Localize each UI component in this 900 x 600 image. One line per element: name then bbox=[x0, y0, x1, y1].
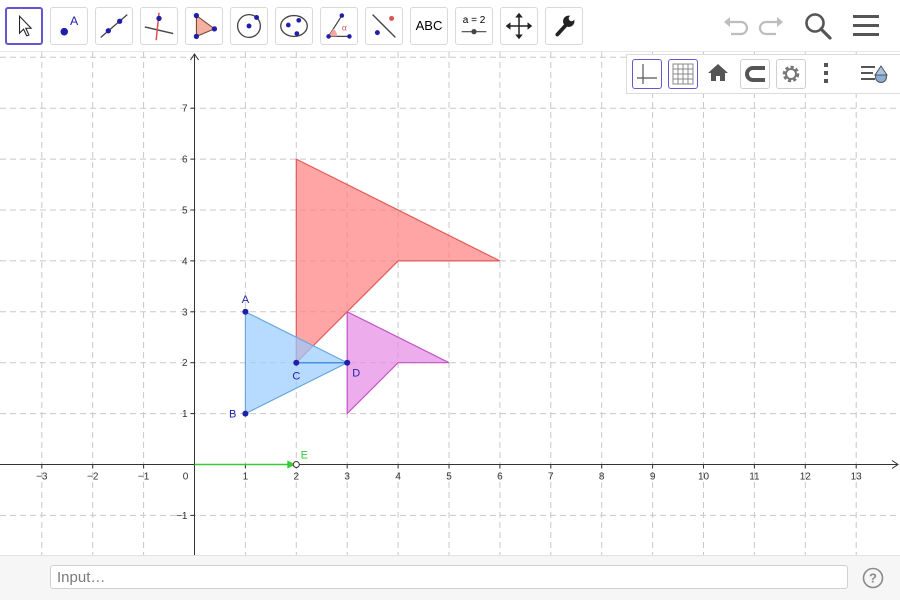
coordinate-plane[interactable]: −3 −2 −1 0 1 2 3 4 5 6 7 8 9 10 11 12 13−11234567 ABC DE bbox=[0, 52, 900, 555]
gear-icon bbox=[782, 65, 800, 83]
point-label-b: B bbox=[229, 409, 236, 421]
perpendicular-line-tool-button[interactable] bbox=[140, 7, 178, 45]
cursor-arrow-icon bbox=[18, 14, 33, 37]
vertical-dots-icon bbox=[824, 63, 828, 83]
point-icon: A bbox=[60, 14, 79, 36]
x-tick-label: 13 bbox=[851, 472, 863, 483]
svg-text:?: ? bbox=[869, 571, 877, 586]
menu-icon[interactable] bbox=[850, 10, 882, 42]
x-tick-label: 4 bbox=[395, 472, 401, 483]
x-tick-label: 3 bbox=[344, 472, 350, 483]
show-grid-button[interactable] bbox=[668, 59, 698, 89]
move-tool-button[interactable] bbox=[5, 7, 43, 45]
y-tick-label: −1 bbox=[176, 511, 188, 522]
circle-center-point-icon bbox=[236, 13, 262, 39]
point-c bbox=[293, 359, 300, 366]
reflect-about-line-icon bbox=[372, 14, 396, 38]
tools-settings-button[interactable] bbox=[545, 7, 583, 45]
polygon-icon bbox=[193, 12, 218, 40]
slider-tool-button[interactable]: a = 2 bbox=[455, 7, 493, 45]
x-tick-label: 7 bbox=[548, 472, 554, 483]
y-tick-label: 3 bbox=[182, 307, 188, 318]
point-capturing-button[interactable] bbox=[740, 59, 770, 89]
slider-icon bbox=[461, 29, 487, 35]
style-bar-toggle-icon bbox=[861, 65, 888, 83]
line-through-points-icon bbox=[100, 14, 128, 38]
ellipse-tool-button[interactable] bbox=[275, 7, 313, 45]
x-tick-label: 0 bbox=[183, 472, 189, 483]
y-tick-label: 6 bbox=[182, 155, 188, 166]
line-tool-button[interactable] bbox=[95, 7, 133, 45]
x-tick-label: 10 bbox=[698, 472, 710, 483]
show-axes-button[interactable] bbox=[632, 59, 662, 89]
standard-view-button[interactable] bbox=[704, 59, 734, 89]
x-tick-label: 12 bbox=[800, 472, 812, 483]
toolbar: A α ABC a = 2 bbox=[0, 0, 900, 52]
y-tick-label: 7 bbox=[182, 104, 188, 115]
y-tick-label: 4 bbox=[182, 256, 188, 267]
x-tick-label: 6 bbox=[497, 472, 503, 483]
y-tick-label: 2 bbox=[182, 358, 188, 369]
angle-tool-button[interactable]: α bbox=[320, 7, 358, 45]
point-label-d: D bbox=[352, 368, 360, 380]
magnet-icon bbox=[745, 66, 765, 82]
x-tick-label: −3 bbox=[36, 472, 48, 483]
x-tick-label: 5 bbox=[446, 472, 452, 483]
graphics-view[interactable]: −3 −2 −1 0 1 2 3 4 5 6 7 8 9 10 11 12 13 −1 1 2 3 4 5 6 7 ABCDE bbox=[0, 52, 900, 555]
point-label-a: A bbox=[242, 294, 250, 306]
search-icon[interactable] bbox=[802, 10, 834, 42]
point-tool-button[interactable]: A bbox=[50, 7, 88, 45]
point-label-e: E bbox=[301, 450, 308, 462]
x-tick-label: 2 bbox=[294, 472, 300, 483]
text-tool-button[interactable]: ABC bbox=[410, 7, 448, 45]
more-options-button[interactable] bbox=[812, 59, 842, 89]
wrench-icon bbox=[555, 15, 575, 37]
toggle-style-bar-button[interactable] bbox=[859, 59, 889, 89]
x-tick-label: −1 bbox=[138, 472, 150, 483]
move-arrows-icon bbox=[505, 12, 533, 40]
x-tick-label: 11 bbox=[749, 472, 760, 483]
angle-tool-label: α bbox=[342, 23, 347, 33]
x-tick-label: 8 bbox=[599, 472, 605, 483]
undo-icon[interactable] bbox=[719, 10, 751, 42]
algebra-input-bar: ? bbox=[0, 555, 900, 600]
home-icon bbox=[708, 64, 728, 81]
point-b bbox=[242, 410, 249, 417]
x-tick-label: −2 bbox=[87, 472, 99, 483]
y-tick-label: 5 bbox=[182, 206, 188, 217]
x-tick-label: 1 bbox=[243, 472, 249, 483]
ellipse-icon bbox=[280, 14, 308, 38]
graphics-style-bar bbox=[626, 54, 900, 94]
point-label-c: C bbox=[292, 371, 300, 383]
polygon-tool-button[interactable] bbox=[185, 7, 223, 45]
angle-icon: α bbox=[326, 13, 352, 39]
x-tick-label: 9 bbox=[650, 472, 656, 483]
text-tool-label: ABC bbox=[415, 18, 443, 33]
point-e bbox=[292, 461, 300, 468]
axes-icon bbox=[637, 64, 657, 84]
redo-icon[interactable] bbox=[756, 10, 788, 42]
grid-icon bbox=[672, 63, 694, 85]
point-a bbox=[242, 308, 249, 315]
reflect-tool-button[interactable] bbox=[365, 7, 403, 45]
point-d bbox=[344, 359, 351, 366]
y-tick-label: 1 bbox=[182, 409, 188, 420]
help-icon[interactable]: ? bbox=[862, 567, 884, 589]
move-graphics-view-tool-button[interactable] bbox=[500, 7, 538, 45]
graphics-settings-button[interactable] bbox=[776, 59, 806, 89]
point-tool-label: A bbox=[70, 14, 79, 28]
perpendicular-line-icon bbox=[144, 12, 174, 41]
circle-tool-button[interactable] bbox=[230, 7, 268, 45]
algebra-input-field[interactable] bbox=[50, 565, 848, 589]
